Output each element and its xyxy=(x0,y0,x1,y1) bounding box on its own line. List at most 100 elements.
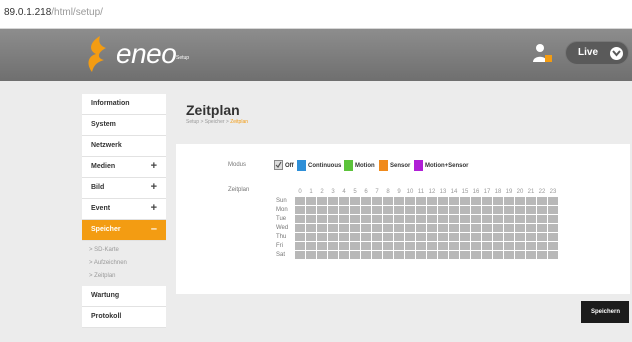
schedule-cell[interactable] xyxy=(547,232,559,242)
schedule-cell[interactable] xyxy=(305,214,317,224)
continuous-swatch[interactable] xyxy=(297,160,306,171)
schedule-cell[interactable] xyxy=(327,223,339,233)
schedule-cell[interactable] xyxy=(481,241,493,251)
schedule-cell[interactable] xyxy=(360,223,372,233)
schedule-cell[interactable] xyxy=(338,223,350,233)
day-label[interactable]: Fri xyxy=(276,242,295,251)
schedule-cell[interactable] xyxy=(349,232,361,242)
schedule-cell[interactable] xyxy=(426,232,438,242)
schedule-cell[interactable] xyxy=(437,223,449,233)
user-icon[interactable] xyxy=(533,42,553,64)
schedule-cell[interactable] xyxy=(415,196,427,206)
schedule-cell[interactable] xyxy=(393,241,405,251)
schedule-cell[interactable] xyxy=(338,241,350,251)
schedule-cell[interactable] xyxy=(470,205,482,215)
sidebar-item-system[interactable]: System xyxy=(82,115,166,136)
schedule-cell[interactable] xyxy=(459,205,471,215)
schedule-cell[interactable] xyxy=(448,241,460,251)
schedule-cell[interactable] xyxy=(371,241,383,251)
schedule-cell[interactable] xyxy=(294,241,306,251)
schedule-cell[interactable] xyxy=(371,214,383,224)
hour-header[interactable]: 20 xyxy=(515,188,526,197)
schedule-cell[interactable] xyxy=(448,250,460,260)
schedule-cell[interactable] xyxy=(525,205,537,215)
schedule-cell[interactable] xyxy=(514,223,526,233)
schedule-cell[interactable] xyxy=(371,223,383,233)
schedule-cell[interactable] xyxy=(547,205,559,215)
schedule-cell[interactable] xyxy=(514,205,526,215)
expand-icon[interactable]: + xyxy=(151,181,157,193)
schedule-cell[interactable] xyxy=(492,205,504,215)
schedule-cell[interactable] xyxy=(316,196,328,206)
schedule-cell[interactable] xyxy=(349,223,361,233)
schedule-cell[interactable] xyxy=(481,205,493,215)
schedule-cell[interactable] xyxy=(536,205,548,215)
day-label[interactable]: Mon xyxy=(276,206,295,215)
schedule-cell[interactable] xyxy=(525,196,537,206)
schedule-cell[interactable] xyxy=(404,214,416,224)
hour-header[interactable]: 3 xyxy=(328,188,339,197)
schedule-cell[interactable] xyxy=(382,205,394,215)
schedule-cell[interactable] xyxy=(382,250,394,260)
sidebar-item-speicher[interactable]: Speicher – xyxy=(82,220,166,241)
schedule-cell[interactable] xyxy=(404,250,416,260)
hour-header[interactable]: 11 xyxy=(416,188,427,197)
schedule-cell[interactable] xyxy=(305,241,317,251)
hour-header[interactable]: 6 xyxy=(361,188,372,197)
schedule-cell[interactable] xyxy=(371,232,383,242)
expand-icon[interactable]: + xyxy=(151,202,157,214)
schedule-cell[interactable] xyxy=(448,223,460,233)
schedule-cell[interactable] xyxy=(349,250,361,260)
schedule-cell[interactable] xyxy=(327,250,339,260)
schedule-cell[interactable] xyxy=(371,196,383,206)
breadcrumb-setup[interactable]: Setup xyxy=(186,119,199,125)
expand-icon[interactable]: + xyxy=(151,160,157,172)
schedule-cell[interactable] xyxy=(393,205,405,215)
schedule-cell[interactable] xyxy=(382,223,394,233)
schedule-cell[interactable] xyxy=(294,223,306,233)
schedule-cell[interactable] xyxy=(437,196,449,206)
schedule-cell[interactable] xyxy=(338,250,350,260)
schedule-cell[interactable] xyxy=(305,205,317,215)
schedule-cell[interactable] xyxy=(547,223,559,233)
schedule-cell[interactable] xyxy=(360,250,372,260)
url-text[interactable]: 89.0.1.218/html/setup/ xyxy=(4,7,103,18)
schedule-cell[interactable] xyxy=(492,232,504,242)
schedule-cell[interactable] xyxy=(459,250,471,260)
sidebar-item-event[interactable]: Event + xyxy=(82,199,166,220)
schedule-cell[interactable] xyxy=(316,214,328,224)
schedule-cell[interactable] xyxy=(459,232,471,242)
schedule-cell[interactable] xyxy=(503,232,515,242)
schedule-cell[interactable] xyxy=(371,250,383,260)
schedule-cell[interactable] xyxy=(426,205,438,215)
schedule-cell[interactable] xyxy=(393,250,405,260)
schedule-cell[interactable] xyxy=(481,214,493,224)
schedule-cell[interactable] xyxy=(404,196,416,206)
schedule-cell[interactable] xyxy=(305,223,317,233)
schedule-cell[interactable] xyxy=(393,223,405,233)
schedule-cell[interactable] xyxy=(492,223,504,233)
schedule-cell[interactable] xyxy=(503,223,515,233)
schedule-cell[interactable] xyxy=(459,214,471,224)
motion-sensor-swatch[interactable] xyxy=(414,160,423,171)
hour-header[interactable]: 0 xyxy=(295,188,306,197)
schedule-cell[interactable] xyxy=(525,250,537,260)
schedule-cell[interactable] xyxy=(437,205,449,215)
hour-header[interactable]: 15 xyxy=(460,188,471,197)
hour-header[interactable]: 8 xyxy=(383,188,394,197)
schedule-cell[interactable] xyxy=(294,232,306,242)
off-checkbox[interactable] xyxy=(274,160,283,170)
schedule-cell[interactable] xyxy=(360,232,372,242)
schedule-cell[interactable] xyxy=(415,250,427,260)
schedule-cell[interactable] xyxy=(360,214,372,224)
day-label[interactable]: Wed xyxy=(276,224,295,233)
schedule-cell[interactable] xyxy=(316,241,328,251)
sidebar-item-protokoll[interactable]: Protokoll xyxy=(82,307,166,328)
schedule-cell[interactable] xyxy=(349,196,361,206)
schedule-cell[interactable] xyxy=(404,232,416,242)
schedule-cell[interactable] xyxy=(525,232,537,242)
sidebar-subitem-zeitplan[interactable]: > Zeitplan xyxy=(82,270,166,283)
schedule-cell[interactable] xyxy=(437,241,449,251)
schedule-cell[interactable] xyxy=(547,214,559,224)
schedule-cell[interactable] xyxy=(514,214,526,224)
